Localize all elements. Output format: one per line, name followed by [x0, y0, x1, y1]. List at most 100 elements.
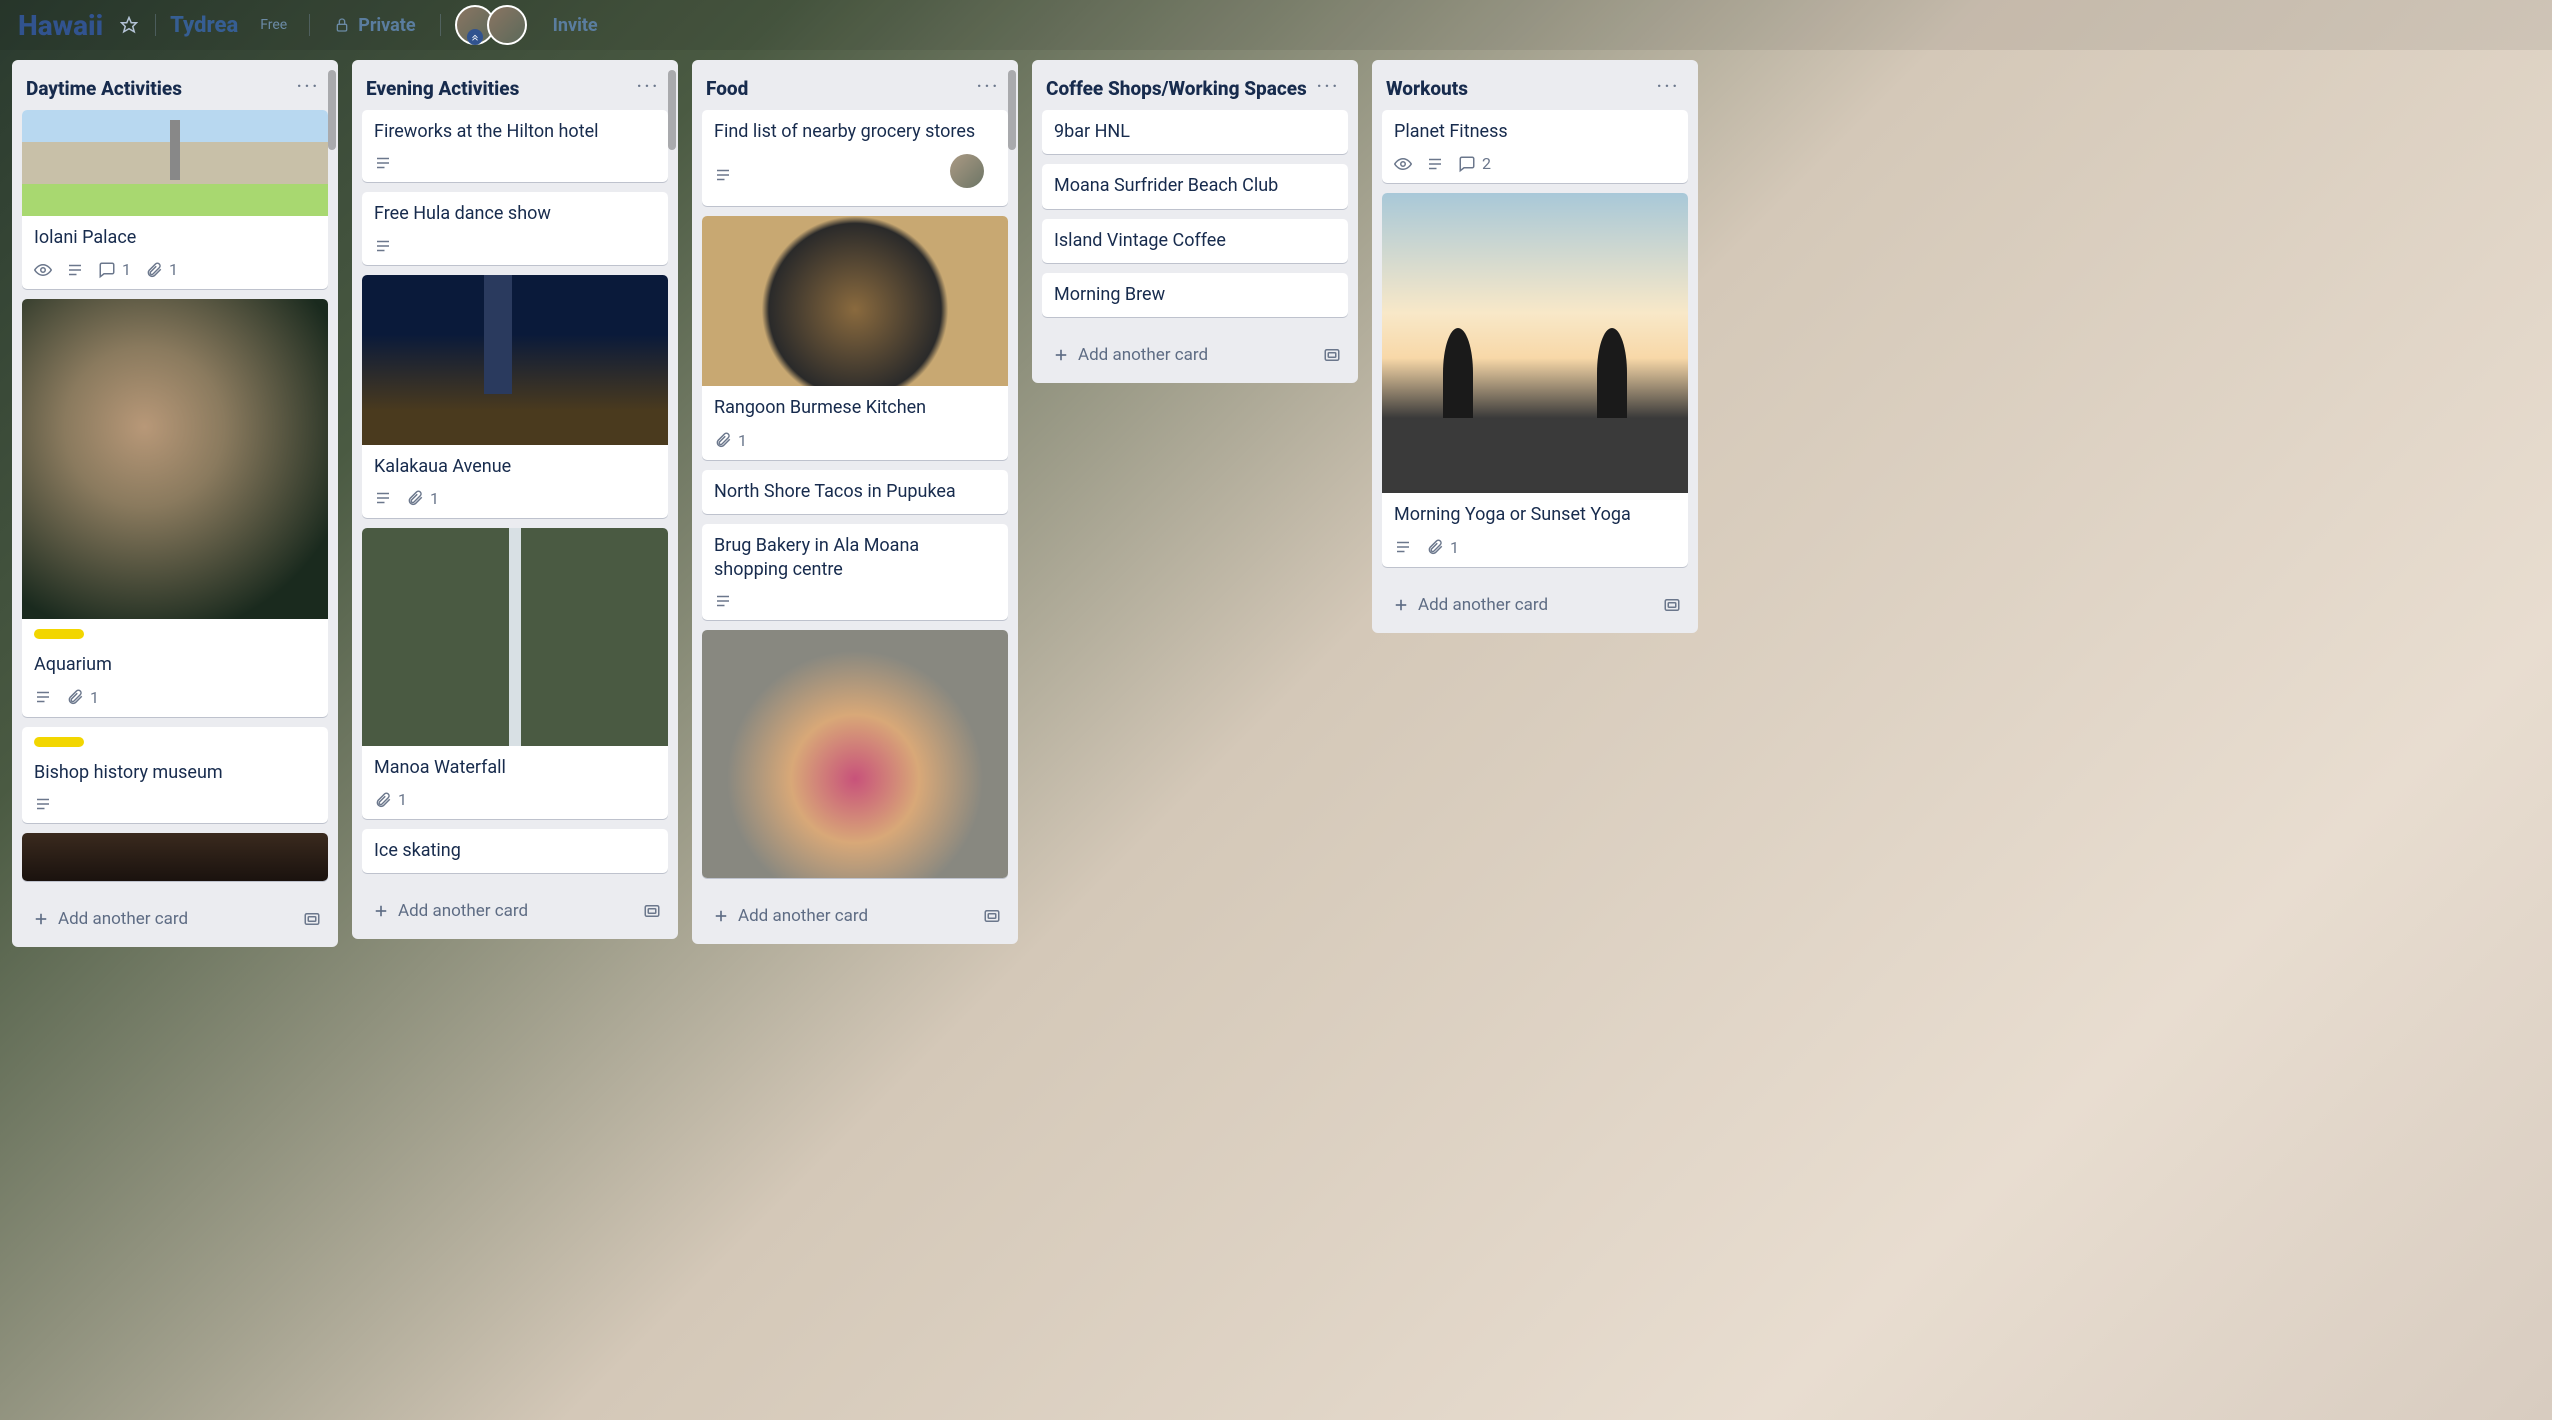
- card-cover-image: [362, 528, 668, 746]
- card-badges: 1: [362, 489, 668, 518]
- add-card-button[interactable]: Add another card: [24, 903, 298, 935]
- card[interactable]: North Shore Tacos in Pupukea: [702, 470, 1008, 514]
- card-template-button[interactable]: [638, 897, 666, 925]
- badge: [374, 237, 392, 255]
- card[interactable]: 9bar HNL: [1042, 110, 1348, 154]
- card-title: Find list of nearby grocery stores: [714, 120, 996, 144]
- invite-button[interactable]: Invite: [541, 9, 610, 42]
- list-title[interactable]: Coffee Shops/Working Spaces: [1046, 77, 1307, 100]
- card[interactable]: [22, 833, 328, 881]
- board-members: [455, 5, 527, 45]
- description-icon: [1426, 155, 1444, 173]
- card-label[interactable]: [34, 737, 84, 747]
- template-icon: [643, 902, 661, 920]
- card-cover-image: [22, 833, 328, 881]
- plus-icon: [1052, 346, 1070, 364]
- card[interactable]: Moana Surfrider Beach Club: [1042, 164, 1348, 208]
- card-badges: 1: [702, 431, 1008, 460]
- card-title: Morning Yoga or Sunset Yoga: [1394, 503, 1676, 527]
- list-cards: Iolani Palace11Aquarium1 Bishop history m…: [12, 110, 338, 893]
- list-menu-button[interactable]: ···: [1652, 72, 1684, 104]
- card[interactable]: Free Hula dance show: [362, 192, 668, 264]
- card[interactable]: Fireworks at the Hilton hotel: [362, 110, 668, 182]
- card[interactable]: Island Vintage Coffee: [1042, 219, 1348, 263]
- badge: [1426, 155, 1444, 173]
- badge-count: 1: [90, 688, 99, 707]
- template-icon: [983, 907, 1001, 925]
- attachment-icon: [145, 261, 163, 279]
- attachment-icon: [714, 431, 732, 449]
- add-card-button[interactable]: Add another card: [1384, 589, 1658, 621]
- add-card-button[interactable]: Add another card: [1044, 339, 1318, 371]
- card[interactable]: Brug Bakery in Ala Moana shopping centre: [702, 524, 1008, 621]
- badge: 2: [1458, 154, 1491, 173]
- list-menu-button[interactable]: ···: [632, 72, 664, 104]
- badge: [374, 154, 392, 172]
- card[interactable]: Rangoon Burmese Kitchen1: [702, 216, 1008, 459]
- list-title[interactable]: Workouts: [1386, 77, 1468, 100]
- privacy-button[interactable]: Private: [324, 9, 425, 42]
- card[interactable]: Bishop history museum: [22, 727, 328, 823]
- badge: [34, 688, 52, 706]
- card-template-button[interactable]: [978, 902, 1006, 930]
- card-badges: 2: [1382, 154, 1688, 183]
- list-header: Workouts ···: [1372, 60, 1698, 110]
- add-card-button[interactable]: Add another card: [704, 900, 978, 932]
- card[interactable]: Find list of nearby grocery stores: [702, 110, 1008, 206]
- card-badges: [702, 592, 1008, 620]
- badge: [34, 261, 52, 279]
- badge: 1: [66, 688, 99, 707]
- card[interactable]: Ice skating: [362, 829, 668, 873]
- card[interactable]: Planet Fitness2: [1382, 110, 1688, 183]
- attachment-icon: [406, 489, 424, 507]
- list-header: Coffee Shops/Working Spaces···: [1032, 60, 1358, 110]
- card[interactable]: Manoa Waterfall1: [362, 528, 668, 819]
- card-body: Morning Brew: [1042, 273, 1348, 317]
- card[interactable]: Morning Brew: [1042, 273, 1348, 317]
- card-template-button[interactable]: [1658, 591, 1686, 619]
- description-icon: [1394, 538, 1412, 556]
- add-card-button[interactable]: Add another card: [364, 895, 638, 927]
- avatar[interactable]: [487, 5, 527, 45]
- list-header: Evening Activities ···: [352, 60, 678, 110]
- card-label[interactable]: [34, 629, 84, 639]
- card-title: Brug Bakery in Ala Moana shopping centre: [714, 534, 996, 583]
- list-title[interactable]: Evening Activities: [366, 77, 519, 100]
- card-title: Fireworks at the Hilton hotel: [374, 120, 656, 144]
- divider: [309, 14, 310, 36]
- team-name[interactable]: Tydrea: [170, 13, 238, 38]
- add-card-label: Add another card: [1418, 595, 1548, 615]
- card-title: 9bar HNL: [1054, 120, 1336, 144]
- divider: [155, 14, 156, 36]
- card-body: Iolani Palace: [22, 216, 328, 260]
- template-icon: [303, 910, 321, 928]
- card-template-button[interactable]: [298, 905, 326, 933]
- card[interactable]: Morning Yoga or Sunset Yoga1: [1382, 193, 1688, 566]
- list-title[interactable]: Daytime Activities: [26, 77, 182, 100]
- list-menu-button[interactable]: ···: [972, 72, 1004, 104]
- board-canvas[interactable]: Daytime Activities···Iolani Palace11Aqua…: [0, 50, 2552, 1420]
- star-board-button[interactable]: [117, 13, 141, 37]
- badge: [1394, 538, 1412, 556]
- list-title[interactable]: Food: [706, 77, 748, 100]
- badge: 1: [374, 790, 407, 809]
- card[interactable]: Aquarium1: [22, 299, 328, 716]
- card-template-button[interactable]: [1318, 341, 1346, 369]
- card-badges: [362, 154, 668, 182]
- list: Food ··· Find list of nearby grocery store…: [692, 60, 1018, 944]
- badge: [1394, 155, 1412, 173]
- card-title: Island Vintage Coffee: [1054, 229, 1336, 253]
- add-card-label: Add another card: [738, 906, 868, 926]
- badge: 1: [406, 489, 439, 508]
- list-footer: Add another card: [352, 885, 678, 939]
- card-body: North Shore Tacos in Pupukea: [702, 470, 1008, 514]
- card[interactable]: Kalakaua Avenue1: [362, 275, 668, 518]
- card[interactable]: Iolani Palace11: [22, 110, 328, 289]
- list-menu-button[interactable]: ···: [292, 72, 324, 104]
- board-name[interactable]: Hawaii: [18, 9, 103, 42]
- card[interactable]: [702, 630, 1008, 878]
- free-badge[interactable]: Free: [252, 13, 295, 37]
- card-member-avatar[interactable]: [950, 154, 984, 188]
- list-menu-button[interactable]: ···: [1312, 72, 1344, 104]
- horizontal-dots-icon: ···: [976, 77, 999, 99]
